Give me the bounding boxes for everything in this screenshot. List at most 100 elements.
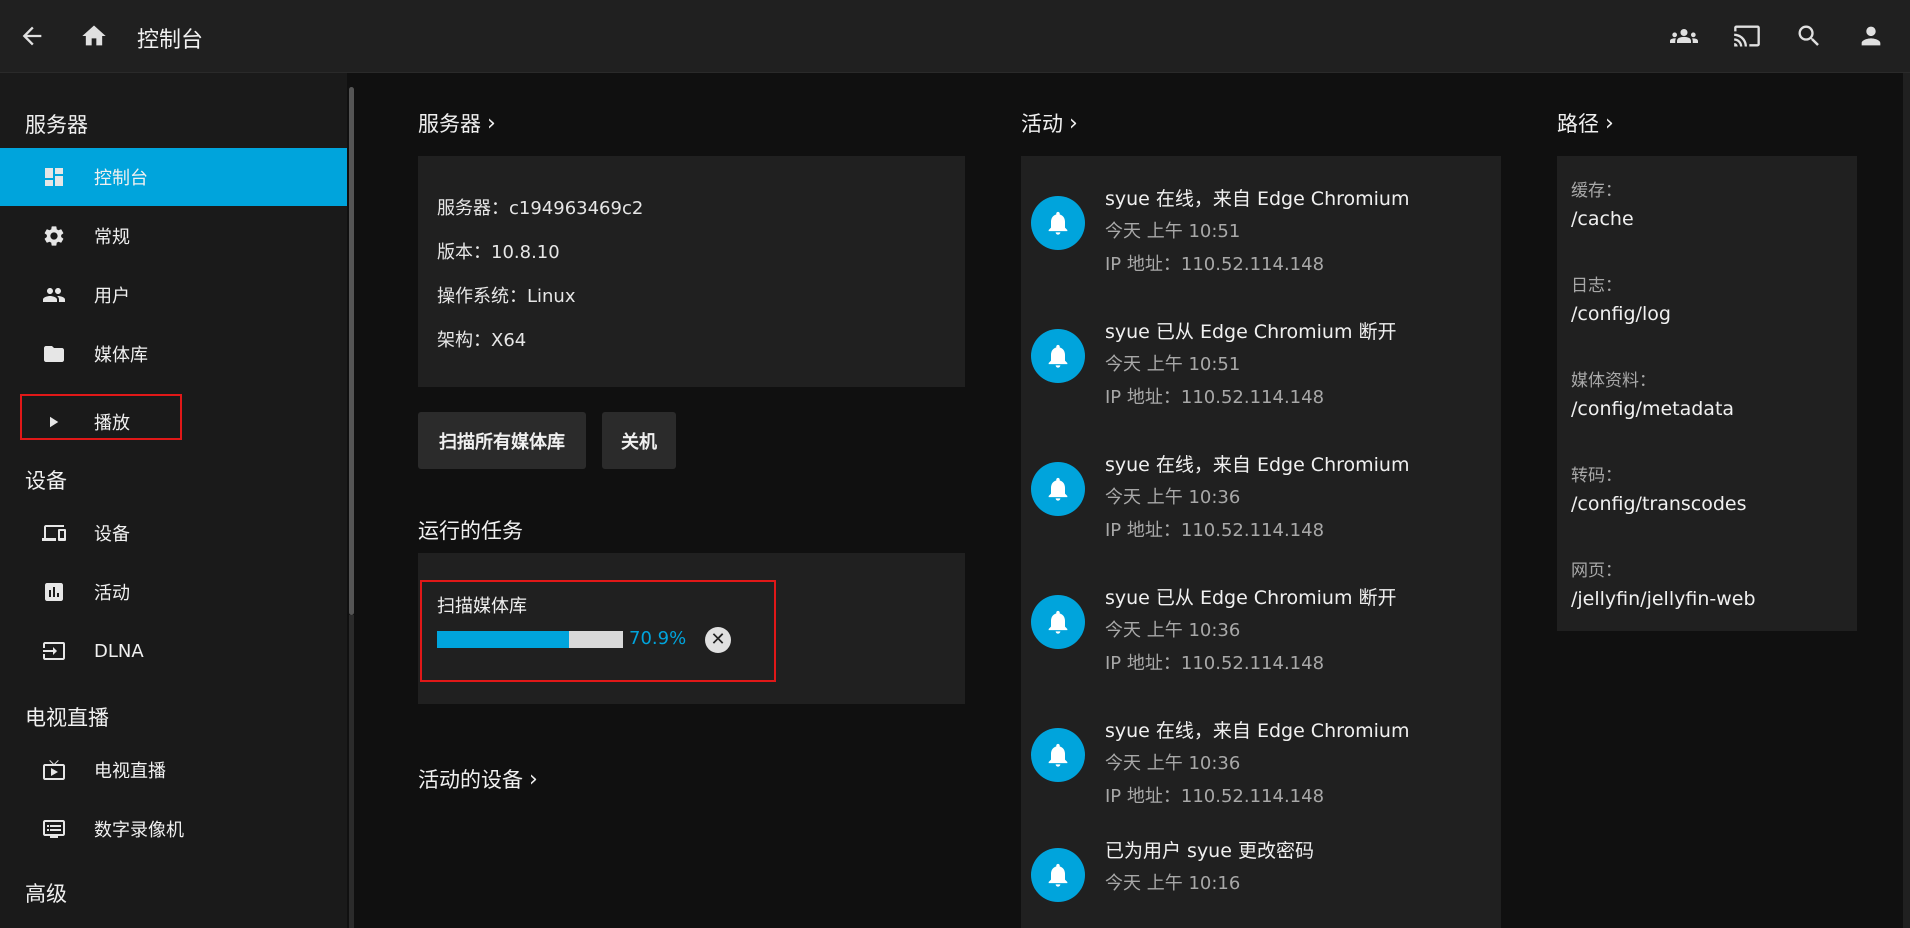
activity-ip: IP 地址：110.52.114.148 <box>1105 786 1325 807</box>
activity-item[interactable]: syue 已从 Edge Chromium 断开 今天 上午 10:36 IP … <box>1021 587 1501 705</box>
activity-item[interactable]: syue 在线，来自 Edge Chromium 今天 上午 10:36 IP … <box>1021 720 1501 838</box>
bell-icon <box>1031 595 1085 649</box>
path-value-log: /config/log <box>1571 303 1671 325</box>
shutdown-button[interactable]: 关机 <box>602 412 676 469</box>
sidebar-item-label: 媒体库 <box>94 345 148 366</box>
sidebar-scrollbar[interactable] <box>349 87 354 615</box>
task-name: 扫描媒体库 <box>437 596 527 617</box>
activity-name: 已为用户 syue 更改密码 <box>1105 840 1314 862</box>
users-icon[interactable] <box>1666 18 1702 54</box>
bell-icon <box>1031 848 1085 902</box>
sidebar-item-activity[interactable]: 活动 <box>0 563 347 621</box>
paths-section-title: 路径 <box>1557 112 1599 136</box>
sidebar-item-label: 控制台 <box>94 168 148 189</box>
server-info-card: 服务器：c194963469c2 版本：10.8.10 操作系统：Linux 架… <box>418 156 965 387</box>
path-value-web: /jellyfin/jellyfin-web <box>1571 588 1756 610</box>
path-value-transcodes: /config/transcodes <box>1571 493 1747 515</box>
chevron-right-icon: › <box>529 766 538 792</box>
activity-item[interactable]: syue 已从 Edge Chromium 断开 今天 上午 10:51 IP … <box>1021 321 1501 439</box>
sidebar-item-label: 活动 <box>94 583 130 604</box>
sidebar-item-libraries[interactable]: 媒体库 <box>0 325 347 383</box>
devices-icon <box>41 520 67 546</box>
activity-time: 今天 上午 10:36 <box>1105 487 1241 508</box>
activity-name: syue 在线，来自 Edge Chromium <box>1105 188 1410 210</box>
activity-item[interactable]: 已为用户 syue 更改密码 今天 上午 10:16 <box>1021 840 1501 918</box>
sidebar-item-devices[interactable]: 设备 <box>0 504 347 562</box>
arrow-back-icon[interactable] <box>14 18 50 54</box>
path-label-cache: 缓存： <box>1571 181 1622 201</box>
account-icon[interactable] <box>1853 18 1889 54</box>
dvr-icon <box>41 816 67 842</box>
top-app-bar: 控制台 <box>0 0 1910 73</box>
gear-icon <box>41 223 67 249</box>
server-os: 操作系统：Linux <box>437 286 576 307</box>
task-progress-fill <box>437 631 569 648</box>
activity-time: 今天 上午 10:36 <box>1105 620 1241 641</box>
activity-time: 今天 上午 10:51 <box>1105 354 1241 375</box>
chart-icon <box>41 579 67 605</box>
bell-icon <box>1031 196 1085 250</box>
server-version: 版本：10.8.10 <box>437 242 560 263</box>
server-section-link[interactable]: 服务器 › <box>418 108 496 138</box>
task-progress-bar <box>437 631 623 648</box>
task-progress-text: 70.9% <box>629 628 687 649</box>
tv-icon <box>41 757 67 783</box>
sidebar-section-livetv: 电视直播 <box>25 706 109 730</box>
activity-ip: IP 地址：110.52.114.148 <box>1105 387 1325 408</box>
sidebar-item-label: 数字录像机 <box>94 820 184 841</box>
activity-ip: IP 地址：110.52.114.148 <box>1105 653 1325 674</box>
server-section-title: 服务器 <box>418 112 481 136</box>
cancel-task-button[interactable]: ✕ <box>705 627 731 653</box>
path-value-cache: /cache <box>1571 208 1634 230</box>
home-icon[interactable] <box>76 18 112 54</box>
sidebar-item-label: DLNA <box>94 640 144 662</box>
sidebar-item-label: 设备 <box>94 524 130 545</box>
activity-name: syue 在线，来自 Edge Chromium <box>1105 454 1410 476</box>
activity-item[interactable]: syue 在线，来自 Edge Chromium 今天 上午 10:51 IP … <box>1021 188 1501 306</box>
running-tasks-title: 运行的任务 <box>418 519 523 543</box>
path-label-transcodes: 转码： <box>1571 466 1622 486</box>
chevron-right-icon: › <box>1069 110 1078 136</box>
people-icon <box>41 282 67 308</box>
scan-all-libraries-button[interactable]: 扫描所有媒体库 <box>418 412 586 469</box>
server-name: 服务器：c194963469c2 <box>437 198 644 219</box>
dashboard-icon <box>41 164 67 190</box>
activity-name: syue 在线，来自 Edge Chromium <box>1105 720 1410 742</box>
cast-icon[interactable] <box>1729 18 1765 54</box>
play-icon <box>41 409 67 435</box>
activity-section-link[interactable]: 活动 › <box>1021 108 1078 138</box>
path-label-metadata: 媒体资料： <box>1571 371 1656 391</box>
activity-time: 今天 上午 10:16 <box>1105 873 1241 894</box>
sidebar-item-playback[interactable]: 播放 <box>0 393 347 451</box>
sidebar-item-general[interactable]: 常规 <box>0 207 347 265</box>
path-value-metadata: /config/metadata <box>1571 398 1735 420</box>
activity-name: syue 已从 Edge Chromium 断开 <box>1105 587 1397 609</box>
sidebar-section-advanced: 高级 <box>25 882 67 906</box>
activity-time: 今天 上午 10:51 <box>1105 221 1241 242</box>
path-label-web: 网页： <box>1571 561 1622 581</box>
page-title: 控制台 <box>137 28 204 53</box>
sidebar-item-dashboard[interactable]: 控制台 <box>0 148 347 206</box>
activity-section-title: 活动 <box>1021 112 1063 136</box>
sidebar-item-users[interactable]: 用户 <box>0 266 347 324</box>
bell-icon <box>1031 329 1085 383</box>
paths-section-link[interactable]: 路径 › <box>1557 108 1614 138</box>
sidebar-item-dlna[interactable]: DLNA <box>0 622 347 680</box>
chevron-right-icon: › <box>487 110 496 136</box>
sidebar-section-devices: 设备 <box>25 469 67 493</box>
sidebar-item-livetv[interactable]: 电视直播 <box>0 741 347 799</box>
path-label-log: 日志： <box>1571 276 1622 296</box>
activity-item[interactable]: syue 在线，来自 Edge Chromium 今天 上午 10:36 IP … <box>1021 454 1501 572</box>
activity-time: 今天 上午 10:36 <box>1105 753 1241 774</box>
sidebar-item-label: 电视直播 <box>94 761 166 782</box>
sidebar-scroll-track <box>349 615 354 928</box>
sidebar-item-dvr[interactable]: 数字录像机 <box>0 800 347 858</box>
activity-ip: IP 地址：110.52.114.148 <box>1105 520 1325 541</box>
active-devices-link[interactable]: 活动的设备 › <box>418 764 538 794</box>
search-icon[interactable] <box>1791 18 1827 54</box>
sidebar-item-label: 用户 <box>94 286 130 307</box>
active-devices-title: 活动的设备 <box>418 768 523 792</box>
main-scrollbar[interactable] <box>1903 73 1910 928</box>
bell-icon <box>1031 728 1085 782</box>
activity-name: syue 已从 Edge Chromium 断开 <box>1105 321 1397 343</box>
